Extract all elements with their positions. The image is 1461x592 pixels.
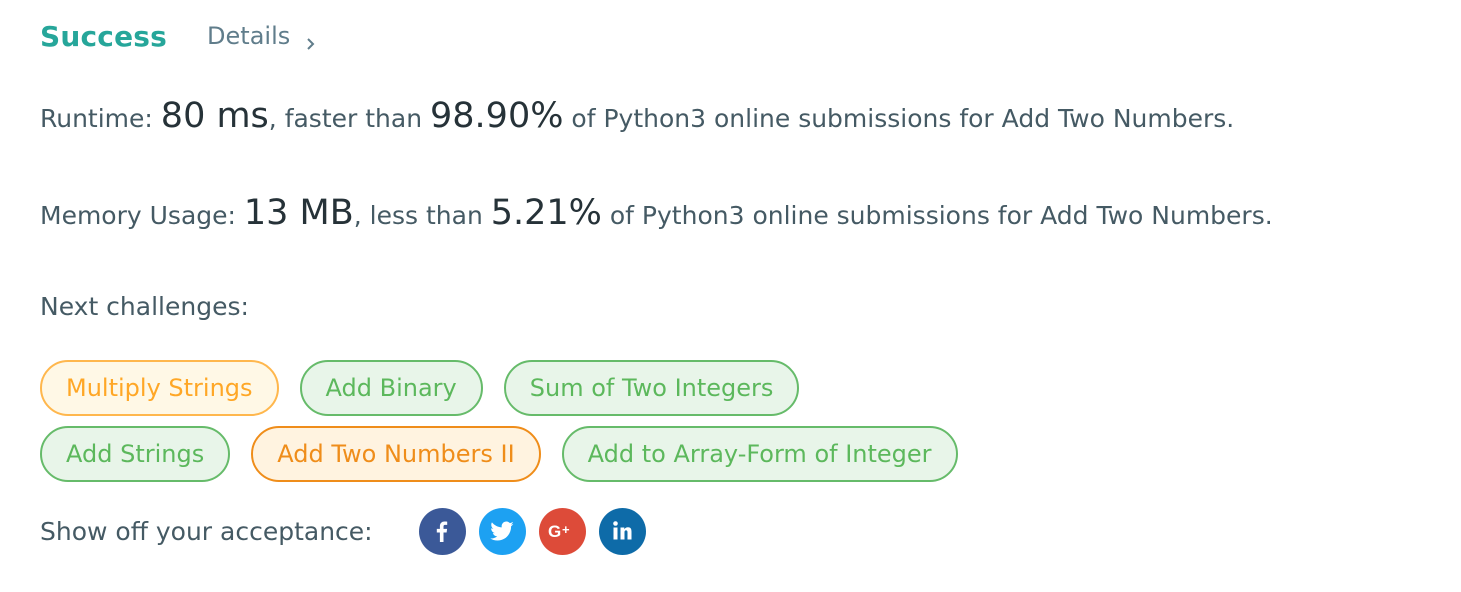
runtime-stat: Runtime: 80 ms, faster than 98.90% of Py… [40,96,1234,136]
share-label: Show off your acceptance: [40,516,373,546]
memory-value: 13 MB [243,193,354,233]
memory-mid-text: , less than [353,201,491,230]
challenge-row-1: Multiply Strings Add Binary Sum of Two I… [40,360,820,416]
challenge-chip-add-strings[interactable]: Add Strings [40,426,231,482]
share-section: Show off your acceptance: G + [40,506,659,556]
svg-text:G: G [548,522,561,541]
memory-stat: Memory Usage: 13 MB, less than 5.21% of … [40,193,1273,233]
facebook-icon[interactable] [418,507,466,555]
memory-percentile: 5.21% [490,193,602,233]
challenge-chip-sum-of-two-integers[interactable]: Sum of Two Integers [503,360,800,416]
challenge-chip-add-binary[interactable]: Add Binary [299,360,483,416]
linkedin-icon[interactable] [598,507,646,555]
twitter-icon[interactable] [478,507,526,555]
memory-label: Memory Usage: [40,201,244,230]
runtime-value: 80 ms [160,96,269,136]
challenge-chip-add-two-numbers-ii[interactable]: Add Two Numbers II [251,426,541,482]
challenge-row-2: Add Strings Add Two Numbers II Add to Ar… [40,426,979,482]
chevron-right-icon [304,29,318,50]
svg-text:+: + [562,522,570,537]
details-label: Details [207,22,291,50]
runtime-percentile: 98.90% [430,96,564,136]
submission-status: Success [40,19,168,53]
challenge-chip-multiply-strings[interactable]: Multiply Strings [40,360,279,416]
details-link[interactable]: Details [207,22,318,50]
google-plus-icon[interactable]: G + [538,507,586,555]
memory-suffix-text: of Python3 online submissions for Add Tw… [601,201,1273,230]
result-header: Success Details [40,14,318,58]
challenge-chip-add-to-array-form[interactable]: Add to Array-Form of Integer [561,426,958,482]
next-challenges-label: Next challenges: [40,292,249,321]
social-buttons: G + [418,507,659,555]
runtime-suffix-text: of Python3 online submissions for Add Tw… [563,104,1235,133]
runtime-mid-text: , faster than [268,104,431,133]
runtime-label: Runtime: [40,104,161,133]
